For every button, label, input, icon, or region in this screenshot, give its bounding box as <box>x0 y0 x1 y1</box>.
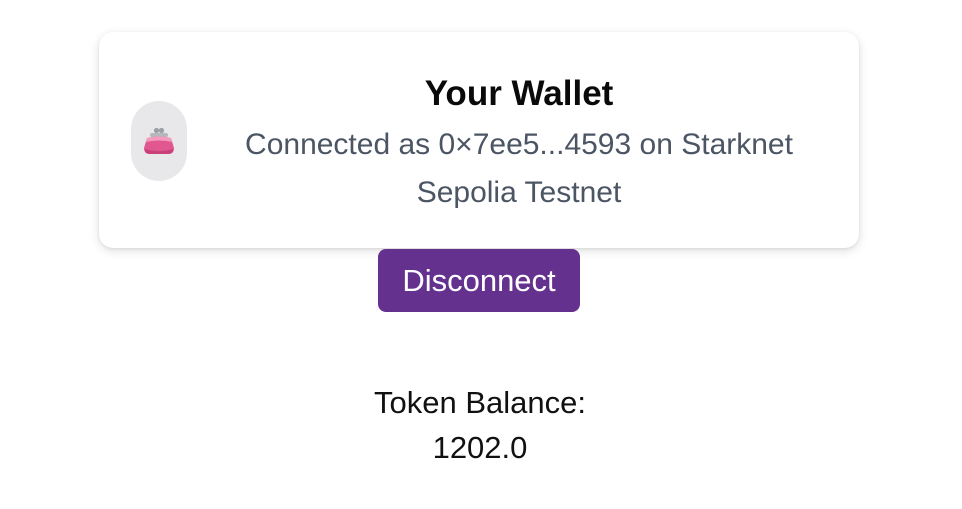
wallet-title: Your Wallet <box>424 74 614 113</box>
wallet-info: Your Wallet Connected as 0×7ee5...4593 o… <box>239 72 799 217</box>
purse-icon <box>142 126 176 156</box>
wallet-card: Your Wallet Connected as 0×7ee5...4593 o… <box>99 32 859 248</box>
token-balance-value: 1202.0 <box>432 430 528 465</box>
page: Your Wallet Connected as 0×7ee5...4593 o… <box>0 0 962 509</box>
token-balance: Token Balance: 1202.0 <box>280 380 680 470</box>
wallet-avatar <box>131 101 187 181</box>
token-balance-label: Token Balance: <box>374 385 586 420</box>
disconnect-button[interactable]: Disconnect <box>378 249 580 312</box>
wallet-connection-status: Connected as 0×7ee5...4593 on Starknet S… <box>245 128 793 209</box>
